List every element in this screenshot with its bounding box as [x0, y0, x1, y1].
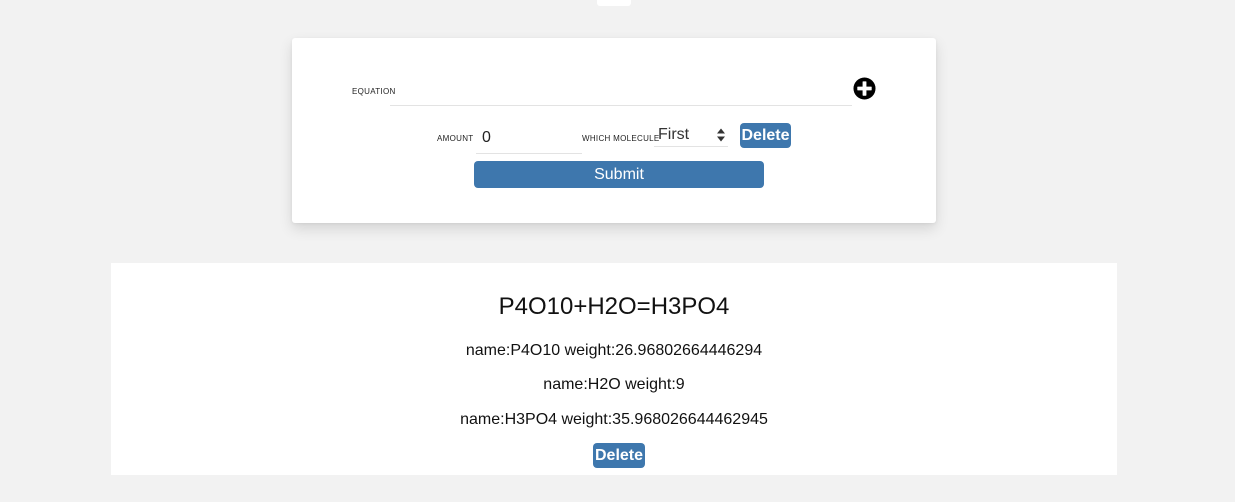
result-line: name:P4O10 weight:26.96802664446294 — [465, 342, 763, 359]
which-molecule-label: WHICH MOLECULE — [582, 134, 660, 143]
molecule-select-value: First — [658, 126, 690, 143]
submit-button[interactable]: Submit — [474, 161, 764, 188]
amount-label: AMOUNT — [437, 134, 474, 143]
result-panel: P4O10+H2O=H3PO4 name:P4O10 weight:26.968… — [111, 263, 1117, 475]
result-line: name:H2O weight:9 — [543, 376, 685, 393]
delete-molecule-button[interactable]: Delete — [740, 123, 791, 148]
result-equation: P4O10+H2O=H3PO4 — [498, 293, 730, 320]
molecule-select[interactable]: First — [654, 124, 728, 147]
result-line: name:H3PO4 weight:35.968026644462945 — [460, 411, 768, 428]
select-arrows-icon — [717, 128, 725, 142]
top-tab — [597, 0, 631, 6]
equation-input[interactable] — [390, 80, 852, 106]
amount-input[interactable] — [476, 122, 582, 154]
delete-result-button[interactable]: Delete — [593, 443, 645, 468]
equation-form-card: EQUATION AMOUNT WHICH MOLECULE First Del… — [292, 38, 936, 223]
plus-circle-icon[interactable] — [853, 77, 876, 100]
